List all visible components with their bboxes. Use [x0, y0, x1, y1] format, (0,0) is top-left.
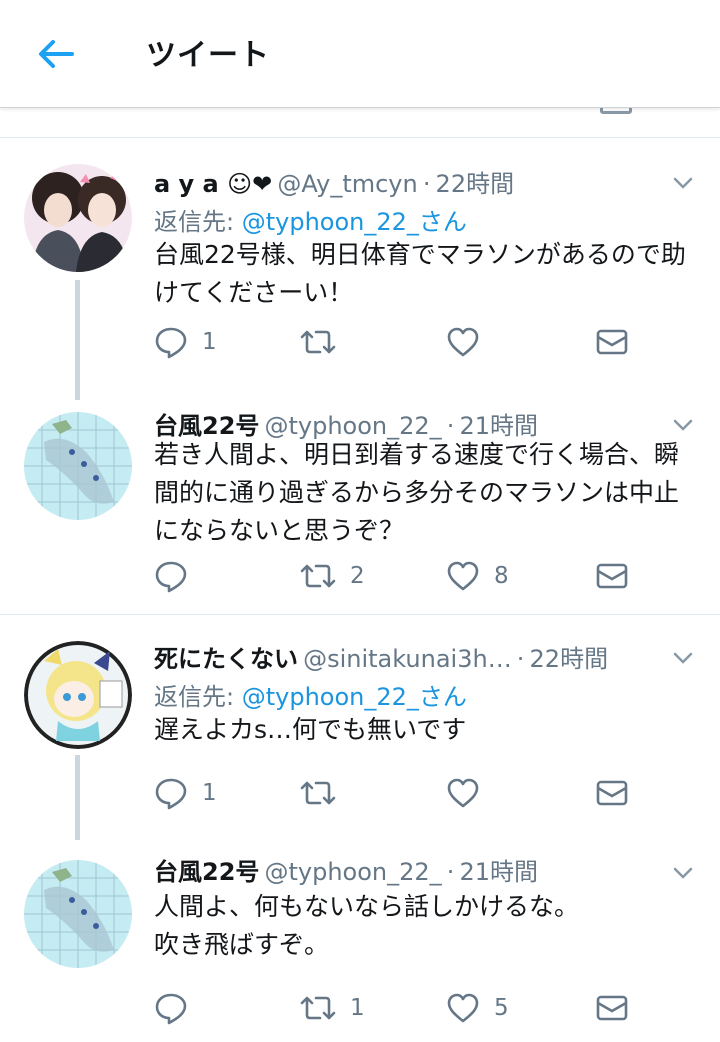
- page-title: ツイート: [146, 38, 270, 73]
- reply-bubble-icon: [155, 327, 187, 359]
- envelope-icon: [600, 108, 632, 114]
- tweet-actions: 2 8: [154, 558, 654, 594]
- heart-icon: [447, 561, 479, 591]
- tweet-text: 台風22号様、明日体育でマラソンがあるので助けてくださーい！: [154, 240, 686, 307]
- reply-button[interactable]: [154, 990, 202, 1026]
- envelope-icon: [596, 995, 628, 1021]
- direct-message-button[interactable]: [596, 990, 628, 1026]
- reply-context: 返信先: @typhoon_22_さん: [154, 677, 467, 712]
- back-button[interactable]: [36, 34, 76, 74]
- separator-dot: ·: [422, 170, 431, 198]
- separator-dot: ·: [446, 858, 455, 886]
- like-button[interactable]: [446, 775, 494, 811]
- chevron-down-icon[interactable]: [672, 176, 694, 190]
- retweet-count: 2: [350, 563, 365, 589]
- top-bar: ツイート: [0, 0, 720, 108]
- heart-icon: [447, 327, 479, 357]
- display-name[interactable]: a y a ☺❤: [154, 170, 272, 198]
- reply-button[interactable]: 1: [154, 775, 217, 811]
- reply-handle-link[interactable]: @typhoon_22_さん: [242, 208, 467, 236]
- envelope-icon: [596, 329, 628, 355]
- tweet[interactable]: 台風22号 @typhoon_22_ · 21時間 人間よ、何もないなら話しかけ…: [0, 840, 720, 1042]
- chevron-down-icon[interactable]: [672, 651, 694, 665]
- retweet-icon: [300, 996, 336, 1020]
- tweet-text-line: 吹き飛ばすぞ。: [154, 930, 330, 959]
- retweet-icon: [300, 564, 336, 588]
- timestamp[interactable]: 21時間: [460, 858, 539, 886]
- reply-button[interactable]: [154, 558, 202, 594]
- tweet-text: 遅えよカs…何でも無いです: [154, 715, 467, 744]
- separator-dot: ·: [516, 645, 525, 673]
- timestamp[interactable]: 22時間: [530, 645, 609, 673]
- reply-label: 返信先:: [154, 683, 242, 711]
- envelope-icon: [596, 563, 628, 589]
- tweet-actions: 1: [154, 775, 654, 811]
- avatar-photo-two-girls: [24, 164, 132, 272]
- retweet-icon: [300, 781, 336, 805]
- retweet-button[interactable]: [300, 775, 350, 811]
- direct-message-button[interactable]: [596, 775, 628, 811]
- like-count: 8: [494, 563, 509, 589]
- avatar[interactable]: [24, 860, 132, 968]
- tweet[interactable]: 死にたくない @sinitakunai3h… · 22時間 返信先: @typh…: [0, 615, 720, 840]
- reply-button[interactable]: 1: [154, 324, 217, 360]
- reply-context: 返信先: @typhoon_22_さん: [154, 202, 467, 237]
- tweet-actions: 1: [154, 324, 654, 360]
- heart-icon: [447, 993, 479, 1023]
- retweet-icon: [300, 330, 336, 354]
- timestamp[interactable]: 22時間: [436, 170, 515, 198]
- user-handle[interactable]: @Ay_tmcyn: [277, 170, 417, 198]
- tweet-text-line: 人間よ、何もないなら話しかけるな。: [154, 892, 580, 921]
- arrow-left-icon: [39, 40, 74, 68]
- tweet-header: 死にたくない @sinitakunai3h… · 22時間: [154, 639, 680, 674]
- like-count: 5: [494, 995, 509, 1021]
- avatar-typhoon-map: [24, 412, 132, 520]
- tweet[interactable]: 台風22号 @typhoon_22_ · 21時間 若き人間よ、明日到着する速度…: [0, 398, 720, 614]
- like-button[interactable]: 5: [446, 990, 509, 1026]
- direct-message-button[interactable]: [596, 324, 628, 360]
- avatar[interactable]: [24, 641, 132, 749]
- retweet-button[interactable]: [300, 324, 350, 360]
- reply-bubble-icon: [155, 778, 187, 810]
- tweet-text: 若き人間よ、明日到着する速度で行く場合、瞬間的に通り過ぎるから多分そのマラソンは…: [154, 440, 680, 545]
- display-name[interactable]: 死にたくない: [154, 645, 298, 673]
- tweet-text: 人間よ、何もないなら話しかけるな。 吹き飛ばすぞ。: [154, 888, 702, 964]
- avatar[interactable]: [24, 412, 132, 520]
- direct-message-button[interactable]: [596, 558, 628, 594]
- envelope-icon: [596, 780, 628, 806]
- tweet[interactable]: a y a ☺❤ @Ay_tmcyn · 22時間 返信先: @typhoon_…: [0, 140, 720, 400]
- chevron-down-icon[interactable]: [672, 866, 694, 880]
- avatar-anime-character: [24, 641, 132, 749]
- display-name[interactable]: 台風22号: [154, 858, 259, 886]
- heart-icon: [447, 778, 479, 808]
- thread-line: [75, 280, 80, 400]
- like-button[interactable]: 8: [446, 558, 509, 594]
- retweet-count: 1: [350, 995, 365, 1021]
- chevron-down-icon[interactable]: [672, 418, 694, 432]
- like-button[interactable]: [446, 324, 494, 360]
- reply-bubble-icon: [155, 993, 187, 1025]
- reply-label: 返信先:: [154, 208, 242, 236]
- reply-handle-link[interactable]: @typhoon_22_さん: [242, 683, 467, 711]
- user-handle[interactable]: @sinitakunai3h…: [303, 645, 512, 673]
- avatar-typhoon-map: [24, 860, 132, 968]
- previous-tweet-edge: [0, 108, 720, 138]
- thread-line: [75, 755, 80, 840]
- tweet-actions: 1 5: [154, 990, 654, 1026]
- tweet-header: 台風22号 @typhoon_22_ · 21時間: [154, 852, 680, 887]
- avatar[interactable]: [24, 164, 132, 272]
- user-handle[interactable]: @typhoon_22_: [265, 858, 442, 886]
- reply-count: 1: [202, 780, 217, 806]
- reply-bubble-icon: [155, 561, 187, 593]
- retweet-button[interactable]: 2: [300, 558, 365, 594]
- tweet-header: a y a ☺❤ @Ay_tmcyn · 22時間: [154, 164, 680, 199]
- retweet-button[interactable]: 1: [300, 990, 365, 1026]
- reply-count: 1: [202, 329, 217, 355]
